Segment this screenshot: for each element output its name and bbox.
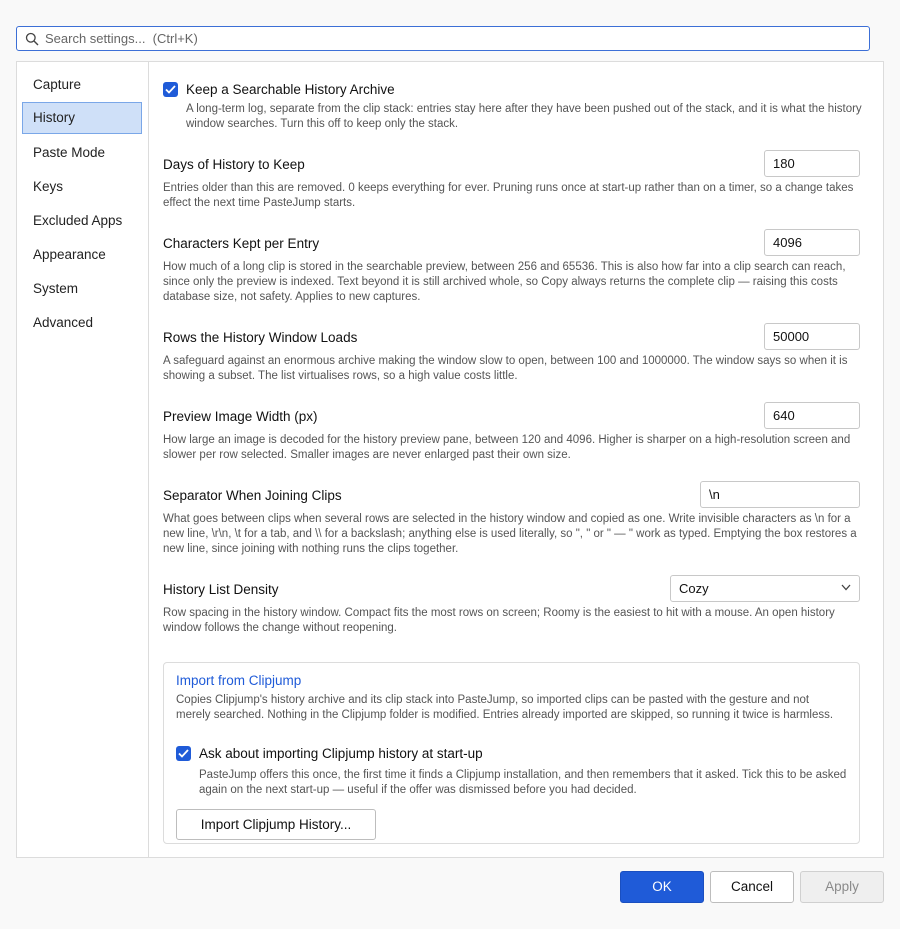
sidebar-item-system[interactable]: System <box>22 273 142 305</box>
ask-import-setting: Ask about importing Clipjump history at … <box>176 746 483 761</box>
days-description: Entries older than this are removed. 0 k… <box>163 182 854 209</box>
separator-description: What goes between clips when several row… <box>163 513 857 555</box>
density-select[interactable]: Cozy <box>670 575 860 602</box>
archive-setting: Keep a Searchable History Archive <box>163 82 395 97</box>
density-value: Cozy <box>679 581 709 596</box>
search-input[interactable] <box>45 28 869 49</box>
separator-input[interactable] <box>700 481 860 508</box>
sidebar-item-keys[interactable]: Keys <box>22 171 142 203</box>
ok-button[interactable]: OK <box>620 871 704 903</box>
chars-input[interactable] <box>764 229 860 256</box>
days-input[interactable] <box>764 150 860 177</box>
density-description: Row spacing in the history window. Compa… <box>163 607 835 634</box>
rows-input[interactable] <box>764 323 860 350</box>
density-title: History List Density <box>163 582 279 597</box>
archive-label: Keep a Searchable History Archive <box>186 82 395 97</box>
cancel-button[interactable]: Cancel <box>710 871 794 903</box>
import-group: Import from Clipjump Copies Clipjump's h… <box>163 662 860 844</box>
settings-panel: Capture History Paste Mode Keys Excluded… <box>16 61 884 858</box>
chevron-down-icon <box>841 584 851 592</box>
import-clipjump-button[interactable]: Import Clipjump History... <box>176 809 376 840</box>
ask-import-description: PasteJump offers this once, the first ti… <box>199 769 847 796</box>
sidebar-item-appearance[interactable]: Appearance <box>22 239 142 271</box>
image-width-input[interactable] <box>764 402 860 429</box>
check-icon <box>165 85 176 94</box>
sidebar-item-paste-mode[interactable]: Paste Mode <box>22 137 142 169</box>
sidebar-item-excluded-apps[interactable]: Excluded Apps <box>22 205 142 237</box>
sidebar: Capture History Paste Mode Keys Excluded… <box>17 62 149 857</box>
archive-checkbox[interactable] <box>163 82 178 97</box>
check-icon <box>178 749 189 758</box>
ask-import-checkbox[interactable] <box>176 746 191 761</box>
rows-title: Rows the History Window Loads <box>163 330 358 345</box>
rows-description: A safeguard against an enormous archive … <box>163 355 848 382</box>
separator-title: Separator When Joining Clips <box>163 488 342 503</box>
search-icon <box>25 32 39 46</box>
sidebar-item-capture[interactable]: Capture <box>22 69 142 101</box>
sidebar-item-advanced[interactable]: Advanced <box>22 307 142 339</box>
history-settings: Keep a Searchable History Archive A long… <box>149 62 883 857</box>
search-box[interactable] <box>16 26 870 51</box>
image-width-description: How large an image is decoded for the hi… <box>163 434 851 461</box>
chars-description: How much of a long clip is stored in the… <box>163 261 846 303</box>
archive-description: A long-term log, separate from the clip … <box>186 103 862 130</box>
image-width-title: Preview Image Width (px) <box>163 409 318 424</box>
chars-title: Characters Kept per Entry <box>163 236 320 251</box>
import-group-title: Import from Clipjump <box>176 673 302 688</box>
import-description: Copies Clipjump's history archive and it… <box>176 694 834 721</box>
days-title: Days of History to Keep <box>163 157 305 172</box>
ask-import-label: Ask about importing Clipjump history at … <box>199 746 483 761</box>
apply-button[interactable]: Apply <box>800 871 884 903</box>
sidebar-item-history[interactable]: History <box>22 102 142 134</box>
